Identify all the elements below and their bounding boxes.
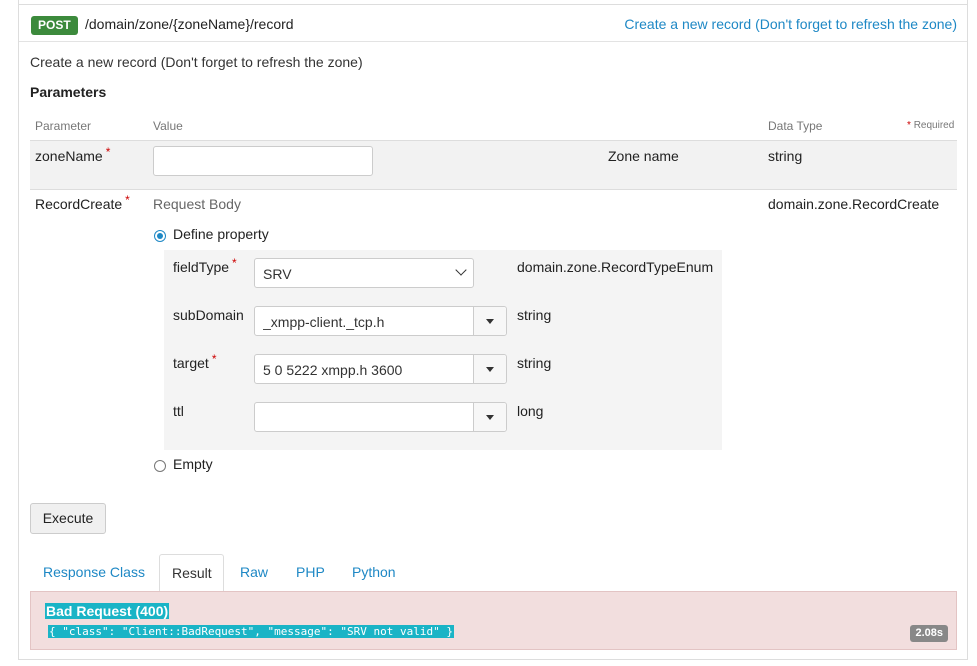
empty-radio[interactable] [154,460,166,472]
method-badge: POST [31,16,78,35]
zonename-type: string [768,148,803,164]
target-dropdown-button[interactable] [473,355,506,383]
subdomain-dropdown-button[interactable] [473,307,506,335]
parameters-heading: Parameters [30,84,107,100]
fieldtype-type: domain.zone.RecordTypeEnum [517,259,714,275]
operation-description: Create a new record (Don't forget to ref… [30,54,363,70]
response-tabs: Response Class Result Raw PHP Python [30,554,957,592]
col-data-type: Data Type [768,119,823,133]
tab-php[interactable]: PHP [284,554,337,592]
result-status: Bad Request (400) [45,603,170,619]
ttl-type: long [517,403,544,419]
define-property-radio[interactable] [154,230,166,242]
col-parameter: Parameter [35,119,92,133]
subdomain-label: subDomain [173,307,244,323]
ttl-combobox[interactable] [254,402,507,432]
param-row-zonename: zoneName * Zone name string [30,141,957,190]
tab-result[interactable]: Result [159,554,224,592]
operation-summary-link[interactable]: Create a new record (Don't forget to ref… [624,16,957,32]
recordcreate-type: domain.zone.RecordCreate [768,196,940,212]
target-value[interactable]: 5 0 5222 xmpp.h 3600 [263,362,471,378]
chevron-down-icon [455,264,467,276]
tab-response-class[interactable]: Response Class [31,554,157,592]
operation-panel: POST /domain/zone/{zoneName}/record Crea… [18,0,968,660]
zonename-input[interactable] [153,146,373,176]
target-type: string [517,355,552,371]
target-label: target * [173,352,217,371]
subdomain-type: string [517,307,552,323]
param-name-recordcreate: RecordCreate * [35,193,130,212]
property-editor: fieldType * SRV domain.zone.RecordTypeEnu… [164,250,722,450]
target-combobox[interactable]: 5 0 5222 xmpp.h 3600 [254,354,507,384]
parameters-table-header: Parameter Value Data Type * Required [30,112,957,141]
tab-python[interactable]: Python [340,554,408,592]
ttl-dropdown-button[interactable] [473,403,506,431]
fieldtype-label: fieldType * [173,256,237,275]
col-value: Value [153,119,183,133]
execute-button[interactable]: Execute [30,503,106,534]
result-panel: Bad Request (400) { "class": "Client::Ba… [30,591,957,650]
zonename-description: Zone name [608,148,679,164]
param-name-zonename: zoneName * [35,145,111,164]
ttl-label: ttl [173,403,184,419]
operation-path[interactable]: /domain/zone/{zoneName}/record [85,16,294,32]
operation-header[interactable]: POST /domain/zone/{zoneName}/record Crea… [19,4,967,42]
required-legend: * Required [907,120,955,131]
fieldtype-value: SRV [263,266,292,282]
empty-label[interactable]: Empty [173,456,213,472]
subdomain-combobox[interactable]: _xmpp-client._tcp.h [254,306,507,336]
request-body-label: Request Body [153,196,241,212]
fieldtype-select[interactable]: SRV [254,258,474,288]
param-row-recordcreate: RecordCreate * Request Body domain.zone.R… [30,190,957,490]
define-property-label[interactable]: Define property [173,226,269,242]
result-body: { "class": "Client::BadRequest", "messag… [48,625,454,638]
tab-raw[interactable]: Raw [228,554,280,592]
subdomain-value[interactable]: _xmpp-client._tcp.h [263,314,471,330]
result-time-badge: 2.08s [910,625,948,642]
